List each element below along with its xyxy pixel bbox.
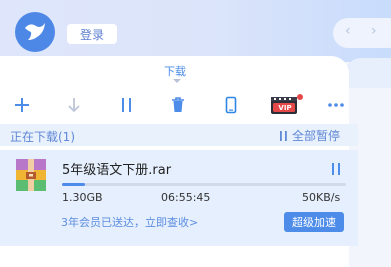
vip-promo-link[interactable]: 3年会员已送达，立即查收> (61, 214, 198, 230)
tab-download[interactable]: 下载 (164, 63, 186, 79)
login-button[interactable]: 登录 (67, 24, 117, 44)
add-task-button[interactable] (12, 95, 32, 115)
task-progress-fill (62, 183, 85, 186)
trash-icon (172, 97, 184, 112)
downloading-title: 正在下载(1) (10, 130, 75, 144)
vip-badge: VIP (278, 104, 292, 112)
task-pause-button[interactable] (330, 161, 342, 180)
vip-button[interactable]: VIP (270, 94, 304, 115)
downloading-section-header: 正在下载(1) 全部暂停 (0, 124, 358, 146)
phone-button[interactable] (221, 95, 241, 115)
more-dots-icon (328, 103, 344, 107)
task-pause-icon (332, 163, 340, 175)
tab-caret-icon (173, 79, 181, 83)
task-speed: 50KB/s (302, 191, 341, 204)
forward-arrow-icon[interactable]: › (371, 23, 377, 39)
rar-file-icon (16, 159, 46, 195)
nav-arrows: ‹ › (333, 18, 391, 48)
download-arrow-icon (68, 98, 80, 113)
back-arrow-icon[interactable]: ‹ (345, 23, 351, 39)
pause-all-button[interactable]: 全部暂停 (279, 127, 340, 144)
more-button[interactable] (326, 95, 346, 115)
task-progress-bar (62, 183, 346, 186)
bird-logo-icon (25, 23, 45, 40)
delete-button[interactable] (168, 95, 188, 115)
pause-all-label: 全部暂停 (292, 129, 341, 143)
pause-button[interactable] (117, 95, 137, 115)
start-button[interactable] (64, 95, 84, 115)
task-time-remaining: 06:55:45 (161, 191, 211, 204)
phone-icon (225, 96, 237, 114)
pause-all-icon (280, 130, 287, 141)
avatar[interactable] (15, 12, 55, 52)
task-filename: 5年级语文下册.rar (62, 163, 172, 178)
title-bar: 登录 ‹ › (0, 0, 391, 62)
task-size: 1.30GB (62, 191, 103, 204)
inactive-tab[interactable] (345, 58, 391, 88)
plus-icon (15, 98, 29, 112)
pause-icon (122, 98, 131, 112)
super-speed-button[interactable]: 超级加速 (284, 212, 344, 232)
